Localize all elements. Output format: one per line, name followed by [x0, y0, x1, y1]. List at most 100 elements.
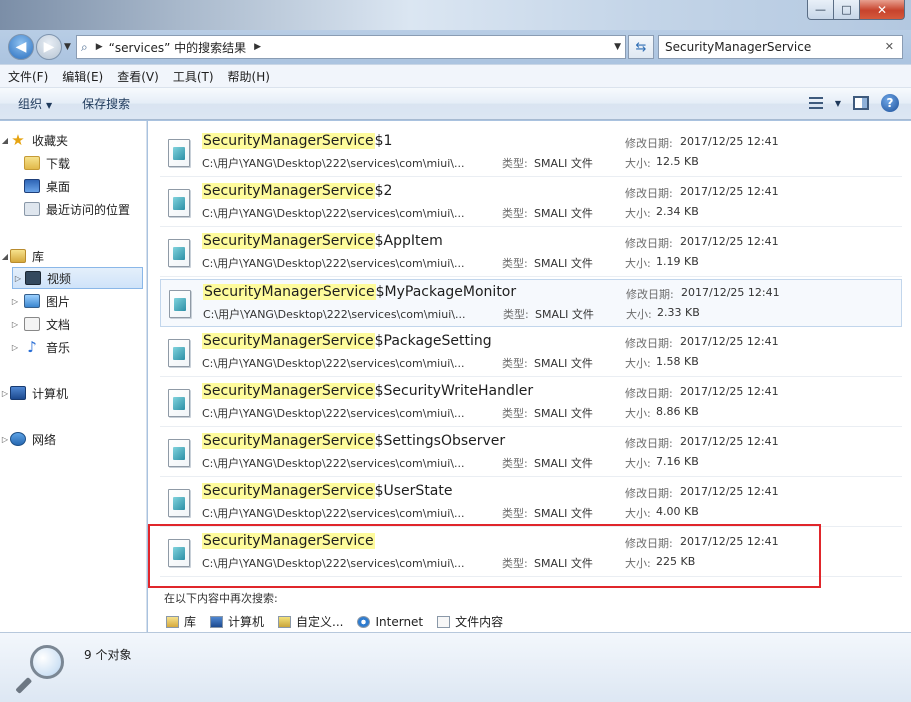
- collapse-icon[interactable]: ◢: [0, 252, 10, 261]
- file-type: SMALI 文件: [535, 308, 594, 321]
- option-label: 库: [184, 615, 197, 629]
- title-bar: [0, 0, 911, 30]
- help-icon[interactable]: ?: [881, 94, 899, 112]
- view-options-icon[interactable]: [808, 97, 823, 109]
- recent-places-icon: [24, 202, 40, 216]
- file-name: SecurityManagerService$AppItem: [202, 233, 443, 249]
- search-again-computer[interactable]: 计算机: [210, 613, 264, 630]
- preview-pane-icon[interactable]: [853, 96, 869, 110]
- search-again-internet[interactable]: Internet: [357, 615, 423, 629]
- sidebar-item-favorites[interactable]: ◢ ★ 收藏夹: [0, 129, 147, 151]
- result-row[interactable]: SecurityManagerService$UserState C:\用户\YA…: [160, 479, 902, 527]
- file-path: C:\用户\YANG\Desktop\222\services\com\miui…: [202, 407, 465, 420]
- sidebar-item-pictures[interactable]: ▷ 图片: [0, 290, 147, 312]
- breadcrumb-search-results[interactable]: “services” 中的搜索结果: [109, 39, 247, 56]
- expand-icon[interactable]: ▷: [13, 274, 23, 283]
- collapse-icon[interactable]: ◢: [0, 136, 10, 145]
- address-bar[interactable]: ⌕ ▶ “services” 中的搜索结果 ▶ ▼: [76, 35, 626, 59]
- modified-date: 2017/12/25 12:41: [680, 335, 779, 348]
- result-row[interactable]: SecurityManagerService$PackageSetting C:\…: [160, 329, 902, 377]
- file-name-suffix: $MyPackageMonitor: [375, 284, 517, 300]
- file-type: SMALI 文件: [534, 257, 593, 270]
- arrow-right-icon: ▶: [43, 39, 55, 55]
- modified-date: 2017/12/25 12:41: [680, 235, 779, 248]
- file-type: SMALI 文件: [534, 507, 593, 520]
- search-input[interactable]: [665, 40, 875, 54]
- back-button[interactable]: ◀: [8, 34, 34, 60]
- file-name-suffix: $PackageSetting: [374, 333, 492, 349]
- menu-help[interactable]: 帮助(H): [228, 68, 270, 85]
- menu-edit[interactable]: 编辑(E): [62, 68, 103, 85]
- result-row[interactable]: SecurityManagerService$SettingsObserver C…: [160, 429, 902, 477]
- sidebar-item-desktop[interactable]: 桌面: [0, 175, 147, 197]
- file-name-suffix: $1: [374, 133, 393, 149]
- arrow-left-icon: ◀: [15, 39, 27, 55]
- option-label: 计算机: [228, 615, 265, 629]
- chevron-right-icon[interactable]: ▶: [96, 42, 103, 52]
- sidebar-item-music[interactable]: ▷ ♪ 音乐: [0, 336, 147, 358]
- menu-file[interactable]: 文件(F): [8, 68, 48, 85]
- recent-pages-dropdown[interactable]: ▼: [64, 42, 71, 52]
- modified-date: 2017/12/25 12:41: [680, 435, 779, 448]
- search-again-label: 在以下内容中再次搜索:: [164, 592, 278, 605]
- refresh-button[interactable]: ⇆: [628, 35, 654, 59]
- expand-icon[interactable]: ▷: [0, 389, 10, 398]
- modified-date: 2017/12/25 12:41: [680, 185, 779, 198]
- organize-label: 组织: [18, 97, 43, 111]
- sidebar-item-libraries[interactable]: ◢ 库: [0, 245, 147, 267]
- result-row[interactable]: SecurityManagerService$1 C:\用户\YANG\Deskt…: [160, 129, 902, 177]
- result-row[interactable]: SecurityManagerService$MyPackageMonitor C…: [160, 279, 902, 327]
- search-again-custom[interactable]: 自定义...: [278, 613, 343, 630]
- forward-button[interactable]: ▶: [36, 34, 62, 60]
- chevron-down-icon: ▼: [46, 101, 53, 110]
- search-again-file-contents[interactable]: 文件内容: [437, 613, 503, 630]
- sidebar-item-recent-places[interactable]: 最近访问的位置: [0, 198, 147, 220]
- chevron-down-icon[interactable]: ▼: [835, 99, 841, 108]
- file-type: SMALI 文件: [534, 157, 593, 170]
- file-path: C:\用户\YANG\Desktop\222\services\com\miui…: [202, 357, 465, 370]
- command-bar: 组织 ▼ 保存搜索 ▼ ?: [0, 88, 911, 120]
- search-match-highlight: SecurityManagerService: [202, 233, 375, 249]
- chevron-right-icon[interactable]: ▶: [254, 42, 261, 52]
- menu-view[interactable]: 查看(V): [117, 68, 159, 85]
- smali-file-icon: [168, 239, 190, 267]
- expand-icon[interactable]: ▷: [10, 297, 20, 306]
- expand-icon[interactable]: ▷: [0, 435, 10, 444]
- expand-icon[interactable]: ▷: [10, 320, 20, 329]
- type-label: 类型:: [502, 507, 528, 520]
- result-row[interactable]: SecurityManagerService$SecurityWriteHand…: [160, 379, 902, 427]
- file-size: 2.34 KB: [656, 205, 699, 218]
- sidebar-item-label: 库: [32, 249, 45, 264]
- sidebar-item-network[interactable]: ▷ 网络: [0, 428, 147, 450]
- sidebar-item-documents[interactable]: ▷ 文档: [0, 313, 147, 335]
- sidebar-item-computer[interactable]: ▷ 计算机: [0, 382, 147, 404]
- file-name: SecurityManagerService$SecurityWriteHand…: [202, 383, 533, 399]
- address-dropdown-icon[interactable]: ▼: [614, 42, 621, 52]
- file-name-suffix: $AppItem: [374, 233, 443, 249]
- navigation-row: ◀ ▶ ▼ ⌕ ▶ “services” 中的搜索结果 ▶ ▼ ⇆ ✕: [0, 30, 911, 64]
- sidebar-item-label: 计算机: [32, 386, 69, 401]
- close-button[interactable]: ✕: [860, 0, 905, 20]
- sidebar-item-label: 图片: [46, 294, 71, 309]
- magnifier-lens: [30, 645, 64, 679]
- search-match-highlight: SecurityManagerService: [202, 433, 375, 449]
- minimize-button[interactable]: —: [807, 0, 834, 20]
- clear-search-icon[interactable]: ✕: [885, 40, 894, 53]
- sidebar-item-downloads[interactable]: 下载: [0, 152, 147, 174]
- modified-label: 修改日期:: [625, 387, 673, 400]
- modified-label: 修改日期:: [625, 337, 673, 350]
- save-search-button[interactable]: 保存搜索: [82, 95, 130, 112]
- result-row[interactable]: SecurityManagerService$2 C:\用户\YANG\Deskt…: [160, 179, 902, 227]
- right-gutter: [903, 121, 911, 632]
- search-again-libraries[interactable]: 库: [166, 613, 196, 630]
- expand-icon[interactable]: ▷: [10, 343, 20, 352]
- maximize-button[interactable]: □: [834, 0, 860, 20]
- menu-tools[interactable]: 工具(T): [173, 68, 214, 85]
- sidebar-item-label: 文档: [46, 317, 71, 332]
- search-box[interactable]: ✕: [658, 35, 903, 59]
- result-row[interactable]: SecurityManagerService$AppItem C:\用户\YANG…: [160, 229, 902, 277]
- type-label: 类型:: [502, 407, 528, 420]
- file-path: C:\用户\YANG\Desktop\222\services\com\miui…: [202, 207, 465, 220]
- organize-button[interactable]: 组织 ▼: [18, 95, 52, 112]
- sidebar-item-videos[interactable]: ▷ 视频: [12, 267, 143, 289]
